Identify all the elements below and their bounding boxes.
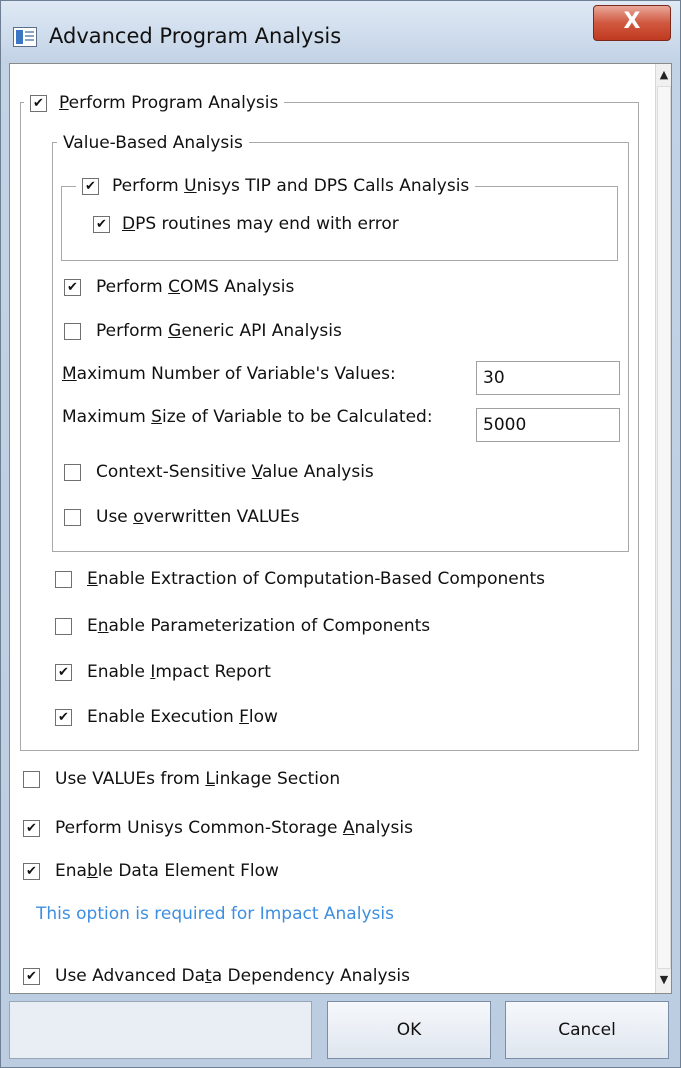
computation-checkbox[interactable] [55,570,72,588]
cancel-button[interactable]: Cancel [505,1001,669,1059]
generic-api-checkbox[interactable] [64,322,81,340]
option-computation[interactable]: Enable Extraction of Computation-Based C… [55,569,545,589]
max-values-label: Maximum Number of Variable's Values: [62,364,396,384]
linkage-checkbox[interactable] [23,770,40,788]
option-generic-api[interactable]: Perform Generic API Analysis [64,321,342,341]
ok-button[interactable]: OK [327,1001,491,1059]
parameterization-checkbox[interactable] [55,617,72,635]
status-area [9,1001,312,1059]
scroll-down-arrow-icon[interactable]: ▼ [656,971,671,989]
common-storage-checkbox[interactable] [23,819,40,837]
close-button[interactable]: X [593,5,671,41]
option-data-element-flow[interactable]: Enable Data Element Flow [23,861,279,881]
scroll-up-arrow-icon[interactable]: ▲ [656,66,671,84]
max-values-input[interactable]: 30 [476,361,620,395]
execution-flow-checkbox[interactable] [55,708,72,726]
advanced-dependency-checkbox[interactable] [23,967,40,985]
max-size-input[interactable]: 5000 [476,408,620,442]
option-coms[interactable]: Perform COMS Analysis [64,277,294,297]
impact-analysis-note: This option is required for Impact Analy… [36,904,394,924]
overwritten-checkbox[interactable] [64,508,81,526]
option-execution-flow[interactable]: Enable Execution Flow [55,707,278,727]
dialog-window: Advanced Program Analysis X Perform Prog… [0,0,681,1068]
option-impact-report[interactable]: Enable Impact Report [55,662,271,682]
option-parameterization[interactable]: Enable Parameterization of Components [55,616,430,636]
button-bar: OK Cancel [9,1001,672,1059]
app-icon [13,27,37,47]
program-analysis-legend[interactable]: Perform Program Analysis [24,93,285,113]
window-title: Advanced Program Analysis [49,24,342,48]
title-bar: Advanced Program Analysis X [1,1,681,63]
option-advanced-dependency[interactable]: Use Advanced Data Dependency Analysis [23,966,410,986]
vertical-scrollbar[interactable]: ▲ ▼ [655,64,671,993]
dps-error-checkbox[interactable] [93,215,110,233]
impact-report-checkbox[interactable] [55,663,72,681]
context-sensitive-checkbox[interactable] [64,463,81,481]
tip-dps-legend[interactable]: Perform Unisys TIP and DPS Calls Analysi… [76,176,476,196]
scroll-thumb[interactable] [657,86,671,969]
max-size-label: Maximum Size of Variable to be Calculate… [62,407,433,427]
option-common-storage[interactable]: Perform Unisys Common-Storage Analysis [23,818,413,838]
coms-checkbox[interactable] [64,278,81,296]
option-dps-error[interactable]: DPS routines may end with error [93,214,399,234]
option-overwritten[interactable]: Use overwritten VALUEs [64,507,300,527]
value-based-legend: Value-Based Analysis [57,133,249,153]
tip-dps-checkbox[interactable] [82,177,99,195]
program-analysis-checkbox[interactable] [30,94,47,112]
option-context-sensitive[interactable]: Context-Sensitive Value Analysis [64,462,374,482]
option-linkage[interactable]: Use VALUEs from Linkage Section [23,769,340,789]
options-panel: Perform Program Analysis Value-Based Ana… [9,63,672,994]
data-element-flow-checkbox[interactable] [23,862,40,880]
